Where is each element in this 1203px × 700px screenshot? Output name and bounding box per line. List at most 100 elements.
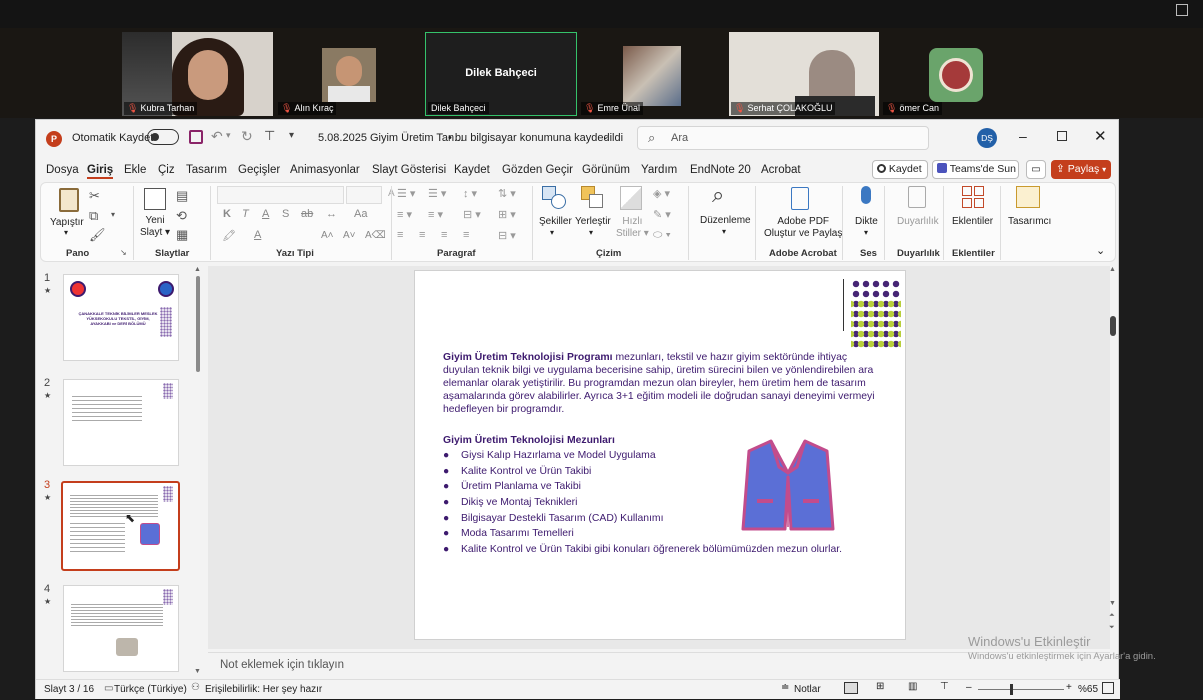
designer-icon[interactable] <box>1016 186 1040 208</box>
save-icon[interactable] <box>189 130 203 144</box>
scroll-down-icon[interactable]: ▼ <box>194 668 201 675</box>
sensitivity-button[interactable]: Duyarlılık <box>897 216 939 227</box>
tab-kaydet[interactable]: Kaydet <box>454 164 490 176</box>
tab-giris[interactable]: Giriş <box>87 164 114 179</box>
autosave-toggle[interactable] <box>147 129 179 145</box>
shrink-font-icon[interactable]: A˅ <box>343 230 356 241</box>
layout-icon[interactable]: ▤ <box>176 188 188 204</box>
copy-icon[interactable]: ⧉ <box>89 208 98 224</box>
next-slide-icon[interactable]: ⏷ <box>1109 624 1115 632</box>
editing-button[interactable]: Düzenleme <box>700 215 751 226</box>
arrange-icon[interactable] <box>581 186 605 210</box>
chevron-down-icon[interactable]: ⌄ <box>602 131 610 142</box>
undo-icon[interactable]: ↶ <box>211 128 223 145</box>
slide-canvas[interactable]: Giyim Üretim Teknolojisi Programı mezunl… <box>414 270 906 640</box>
paste-button[interactable]: Yapıştır <box>50 217 84 228</box>
share-button[interactable]: ⇪ Paylaş ▾ <box>1051 160 1111 179</box>
shape-fill-icon[interactable]: ◈ ▾ <box>653 187 670 200</box>
line-spacing-icon[interactable]: ↕ ▾ <box>463 187 477 200</box>
chevron-down-icon[interactable]: ▾ <box>589 228 593 237</box>
notes-placeholder[interactable]: Not eklemek için tıklayın <box>220 659 344 671</box>
addins-button[interactable]: Eklentiler <box>952 216 993 227</box>
smartart-icon[interactable]: ⊞ ▾ <box>498 208 516 221</box>
tab-animasyonlar[interactable]: Animasyonlar <box>290 164 360 176</box>
indent-icon[interactable]: ≡ ▾ <box>397 208 412 221</box>
font-color-icon[interactable]: A <box>254 229 261 241</box>
teams-present-button[interactable]: Teams'de Sun <box>932 160 1019 179</box>
zoom-slider[interactable] <box>978 684 1064 695</box>
scroll-down-icon[interactable]: ▼ <box>1109 600 1116 607</box>
redo-icon[interactable]: ↻ <box>241 128 253 145</box>
new-slide-icon[interactable] <box>144 188 166 210</box>
slideshow-icon[interactable]: ⊤ <box>940 681 949 692</box>
numbering-icon[interactable]: ☰ ▾ <box>428 187 446 200</box>
scrollbar-thumb[interactable] <box>196 276 200 372</box>
collapse-ribbon-icon[interactable]: ⌄ <box>1096 244 1105 257</box>
slide-heading[interactable]: Giyim Üretim Teknolojisi Mezunları <box>443 435 615 446</box>
bullets-icon[interactable]: ☰ ▾ <box>397 187 415 200</box>
zoom-slider-thumb[interactable] <box>1010 684 1013 695</box>
record-button[interactable]: Kaydet <box>872 160 928 179</box>
zoom-in-icon[interactable]: + <box>1066 682 1072 693</box>
format-painter-icon[interactable]: 🖌 <box>89 227 106 243</box>
scrollbar-thumb[interactable] <box>1110 316 1116 336</box>
adobe-pdf-button[interactable]: Adobe PDF Oluştur ve Paylaş <box>764 216 842 240</box>
columns-icon[interactable]: ≡ ▾ <box>428 208 443 221</box>
fit-slide-icon[interactable] <box>1102 682 1114 694</box>
slide-paragraph[interactable]: Giyim Üretim Teknolojisi Programı mezunl… <box>443 351 883 416</box>
accessibility-icon[interactable]: ⚇ <box>191 682 200 693</box>
addins-icon[interactable] <box>962 186 984 208</box>
bold-button[interactable]: K <box>223 208 231 220</box>
slide-thumbnail[interactable]: ÇANAKKALE TEKNİK BİLİMLER MESLEK YÜKSEKO… <box>63 274 179 361</box>
shape-outline-icon[interactable]: ✎ ▾ <box>653 208 671 221</box>
scroll-up-icon[interactable]: ▲ <box>194 266 201 273</box>
zoom-level[interactable]: %65 <box>1078 684 1098 695</box>
editor-scrollbar[interactable]: ▲ ▼ ⏶ ⏷ <box>1108 266 1118 649</box>
prev-slide-icon[interactable]: ⏶ <box>1109 612 1115 620</box>
quick-styles-button[interactable]: Hızlı Stiller ▾ <box>616 216 649 240</box>
participant-tile[interactable]: 🎙 Serhat ÇOLAKOĞLU <box>729 32 879 116</box>
text-direction-icon[interactable]: ⇅ ▾ <box>498 187 516 200</box>
chevron-down-icon[interactable]: ▾ <box>864 228 868 237</box>
restore-window-icon[interactable] <box>1176 4 1188 16</box>
avatar[interactable]: DŞ <box>977 128 997 148</box>
slide-thumbnail[interactable] <box>63 585 179 672</box>
participant-tile[interactable]: 🎙 Emre Ünal <box>579 32 727 116</box>
maximize-icon[interactable] <box>1057 131 1067 141</box>
search-box[interactable]: ⌕ Ara <box>637 126 929 150</box>
italic-button[interactable]: T <box>242 208 249 220</box>
tab-acrobat[interactable]: Acrobat <box>761 164 801 176</box>
new-slide-button[interactable]: Yeni Slayt ▾ <box>140 215 170 239</box>
tab-gorunum[interactable]: Görünüm <box>582 164 630 176</box>
search-input[interactable]: Ara <box>671 132 688 144</box>
participant-tile[interactable]: 🎙 Alın Kıraç <box>276 32 424 116</box>
close-icon[interactable]: ✕ <box>1094 127 1107 145</box>
tab-dosya[interactable]: Dosya <box>46 164 79 176</box>
normal-view-icon[interactable] <box>844 682 858 694</box>
align-left-icon[interactable]: ≡ <box>397 229 403 241</box>
scroll-up-icon[interactable]: ▲ <box>1109 266 1116 273</box>
search-icon[interactable]: ⌕ <box>712 182 724 208</box>
language-status[interactable]: Türkçe (Türkiye) <box>114 684 187 695</box>
font-name-box[interactable] <box>217 186 344 204</box>
tab-gecisler[interactable]: Geçişler <box>238 164 280 176</box>
section-icon[interactable]: ▦ <box>176 227 188 243</box>
undo-dropdown-icon[interactable]: ▾ <box>226 130 231 141</box>
tab-slayt-gosterisi[interactable]: Slayt Gösterisi <box>372 164 446 176</box>
tab-ciz[interactable]: Çiz <box>158 164 175 176</box>
dialog-launcher-icon[interactable]: ↘ <box>120 248 127 257</box>
copy-dropdown-icon[interactable]: ▾ <box>111 210 115 219</box>
comments-button[interactable]: ▭ <box>1026 160 1046 179</box>
chevron-down-icon[interactable]: ▾ <box>550 228 554 237</box>
highlight-icon[interactable]: 🖍 <box>222 229 236 242</box>
tab-endnote[interactable]: EndNote 20 <box>690 164 751 176</box>
shape-effects-icon[interactable]: ⬭ ▾ <box>653 229 671 242</box>
zoom-out-icon[interactable]: – <box>966 682 972 693</box>
chevron-down-icon[interactable]: ▾ <box>722 227 726 236</box>
tab-tasarim[interactable]: Tasarım <box>186 164 227 176</box>
shapes-icon[interactable] <box>542 186 568 212</box>
customize-qat-icon[interactable]: ▾ <box>289 130 294 141</box>
notes-button[interactable]: Notlar <box>794 684 821 695</box>
font-size-box[interactable] <box>346 186 382 204</box>
present-icon[interactable]: ⊤ <box>264 128 275 144</box>
